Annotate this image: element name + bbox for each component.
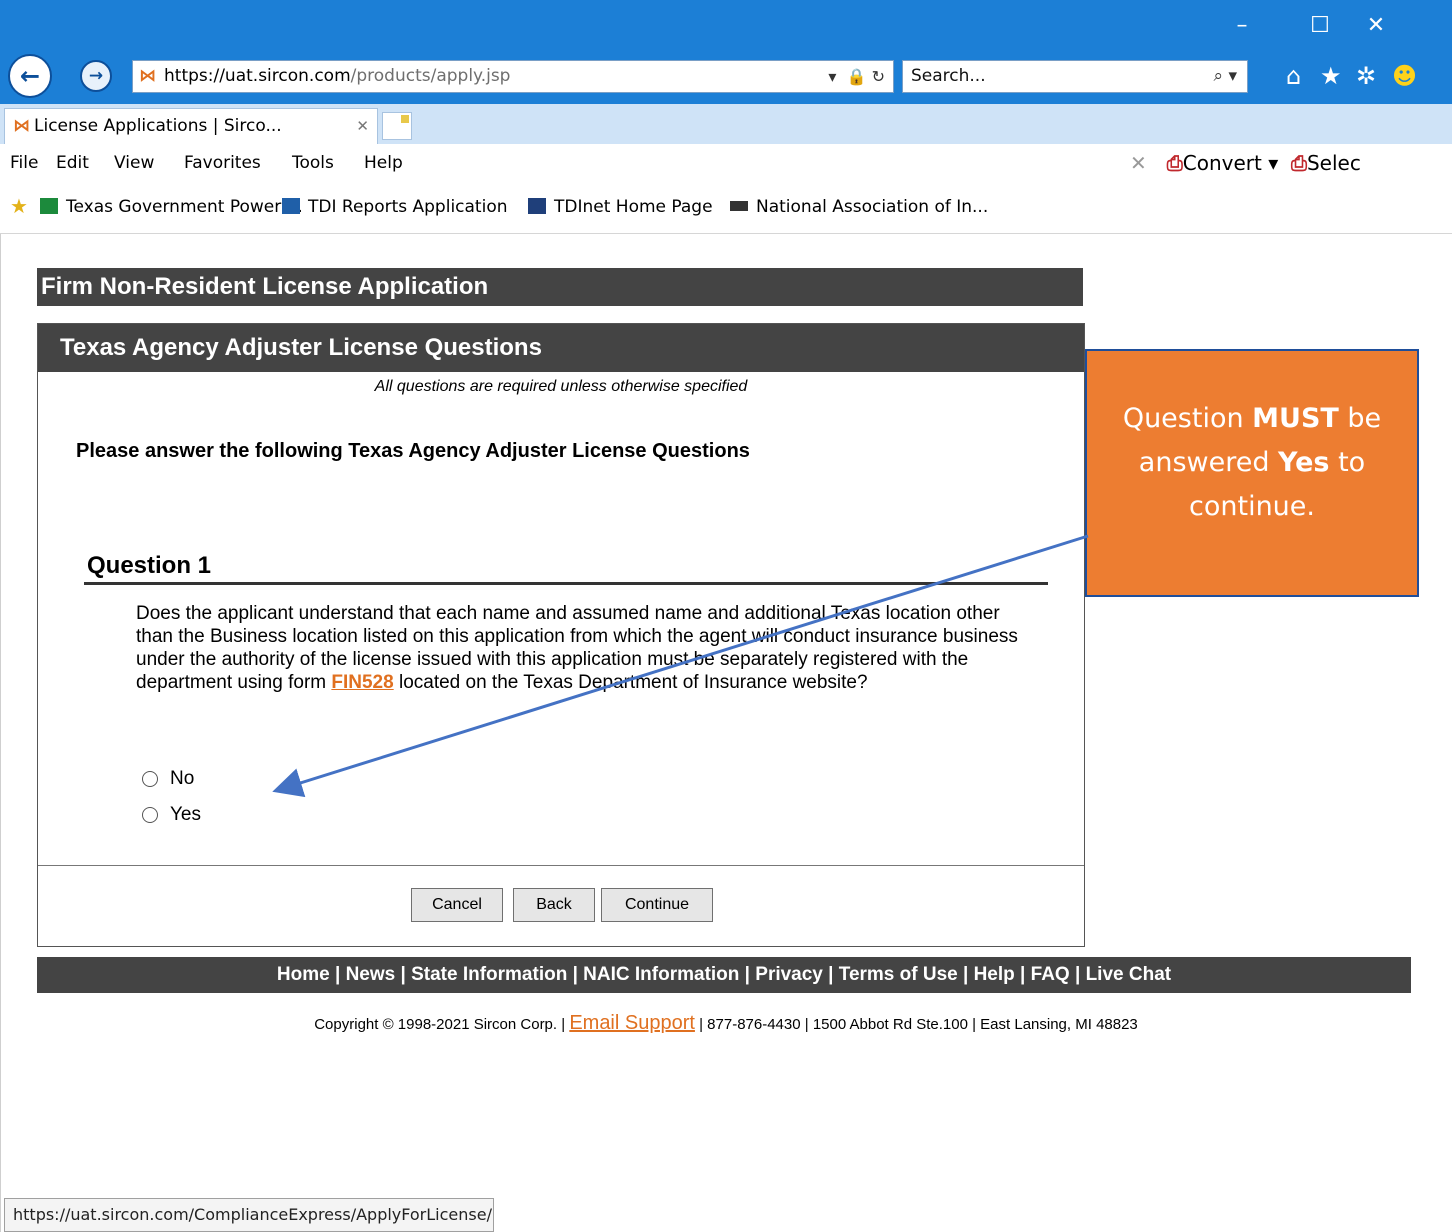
menu-tools[interactable]: Tools [292,153,334,173]
back-nav-icon[interactable]: ← [8,54,52,98]
url-domain: https://uat.sircon.com [164,66,351,86]
tab-title: License Applications | Sirco... [34,116,282,136]
menu-file[interactable]: File [10,153,38,173]
minimize-icon[interactable]: – [1222,10,1262,42]
question-divider [84,582,1048,585]
menu-help[interactable]: Help [364,153,403,173]
home-icon[interactable]: ⌂ [1286,62,1301,90]
search-placeholder: Search... [911,66,986,86]
annotation-callout: Question MUST be answered Yes to continu… [1085,349,1419,597]
question-heading: Question 1 [87,552,212,579]
address-controls[interactable]: ▾ 🔒 ↻ [828,61,885,92]
menu-favorites[interactable]: Favorites [184,153,261,173]
questions-panel: Texas Agency Adjuster License Questions … [37,323,1085,947]
url-path: /products/apply.jsp [350,66,511,86]
callout-line-3: continue. [1189,491,1315,522]
naic-icon [730,201,748,211]
smiley-feedback-icon[interactable]: ☻ [1392,62,1417,90]
copyright-line: Copyright © 1998-2021 Sircon Corp. | Ema… [314,1012,1138,1034]
search-icon[interactable]: ⌕ ▾ [1214,61,1237,92]
radio-yes[interactable] [142,807,158,823]
site-logo-icon: ⋈ [139,66,156,86]
power-bi-icon [40,198,58,214]
button-divider [38,865,1084,866]
question-text: Does the applicant understand that each … [136,603,1018,693]
maximize-icon[interactable]: ☐ [1300,10,1340,42]
status-bar-url: https://uat.sircon.com/ComplianceExpress… [4,1198,494,1232]
menu-bar: File Edit View Favorites Tools Help ✕ ⎙Co… [0,144,1452,182]
favorites-bar: ★ Texas Government Power ... TDI Reports… [0,182,1452,234]
email-support-link[interactable]: Email Support [569,1012,695,1034]
option-no[interactable]: No [142,768,194,790]
radio-no[interactable] [142,771,158,787]
add-favorites-star-icon[interactable]: ★ [10,194,28,218]
fav-tdinet-home[interactable]: TDInet Home Page [528,197,713,217]
tab-favicon-icon: ⋈ [13,116,30,136]
fav-tdi-reports[interactable]: TDI Reports Application [282,197,508,217]
close-icon[interactable]: ✕ [1356,10,1396,42]
close-toolbar-icon[interactable]: ✕ [1130,151,1147,175]
continue-button[interactable]: Continue [601,888,713,922]
pdf-icon: ⎙ [1166,151,1183,175]
select-pdf-icon: ⎙ [1290,151,1307,175]
section-title: Texas Agency Adjuster License Questions [38,324,1084,372]
new-tab-icon [401,115,409,123]
required-note: All questions are required unless otherw… [374,378,748,395]
tdi-icon [282,198,300,214]
callout-line-1: Question MUST be [1122,403,1382,434]
tdinet-icon [528,198,546,214]
gear-icon[interactable]: ✲ [1356,62,1376,90]
fav-texas-gov-power[interactable]: Texas Government Power ... [40,197,303,217]
fin528-link[interactable]: FIN528 [331,672,393,693]
title-bar: – ☐ ✕ ← → ⋈ https://uat.sircon.com/produc… [0,0,1452,104]
address-bar[interactable]: ⋈ https://uat.sircon.com/products/apply.j… [132,60,894,93]
fav-naic[interactable]: National Association of In... [730,197,988,217]
back-button[interactable]: Back [513,888,595,922]
close-tab-icon[interactable]: ✕ [356,109,369,143]
favorites-star-icon[interactable]: ★ [1320,62,1342,90]
convert-label[interactable]: Convert [1183,151,1262,175]
page-title: Firm Non-Resident License Application [37,268,1083,306]
pdf-convert-toolbar[interactable]: ✕ ⎙Convert ▾ ⎙Selec [1130,151,1361,175]
menu-view[interactable]: View [114,153,154,173]
footer-links[interactable]: Home | News | State Information | NAIC I… [37,957,1411,993]
forward-nav-icon[interactable]: → [80,60,112,92]
callout-line-2: answered Yes to [1138,447,1366,478]
menu-edit[interactable]: Edit [56,153,89,173]
new-tab-button[interactable] [382,112,412,140]
tab-license-applications[interactable]: ⋈ License Applications | Sirco... ✕ [4,108,378,144]
cancel-button[interactable]: Cancel [411,888,503,922]
instruction-text: Please answer the following Texas Agency… [76,440,750,462]
option-yes[interactable]: Yes [142,804,201,826]
tab-strip: ⋈ License Applications | Sirco... ✕ [0,104,1452,144]
select-label[interactable]: Selec [1307,151,1361,175]
search-input[interactable]: Search... ⌕ ▾ [902,60,1248,93]
